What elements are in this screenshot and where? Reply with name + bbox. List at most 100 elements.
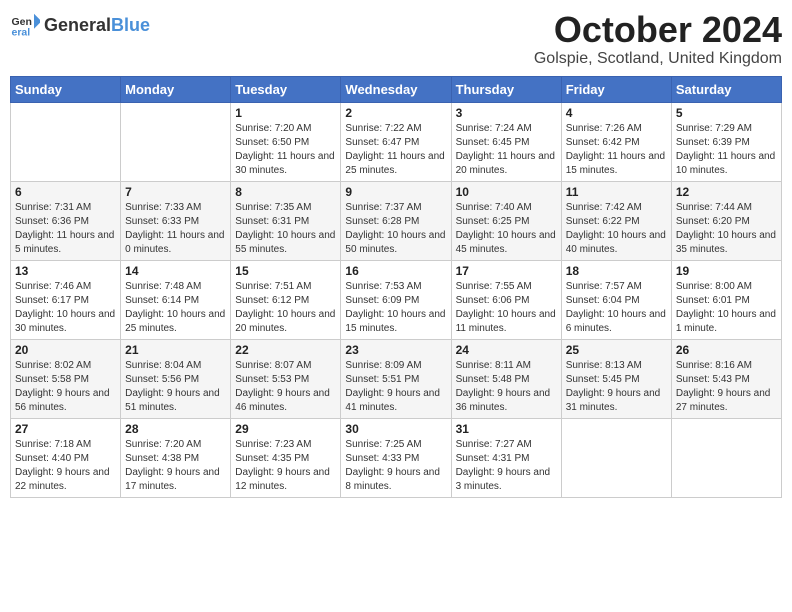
- day-number: 31: [456, 422, 557, 436]
- day-detail: Sunrise: 7:25 AM Sunset: 4:33 PM Dayligh…: [345, 438, 446, 494]
- day-detail: Sunrise: 7:37 AM Sunset: 6:28 PM Dayligh…: [345, 201, 446, 257]
- calendar-cell: 26Sunrise: 8:16 AM Sunset: 5:43 PM Dayli…: [671, 339, 781, 418]
- day-number: 1: [235, 106, 336, 120]
- day-number: 9: [345, 185, 446, 199]
- weekday-header-saturday: Saturday: [671, 76, 781, 102]
- day-detail: Sunrise: 7:26 AM Sunset: 6:42 PM Dayligh…: [566, 122, 667, 178]
- calendar-cell: 15Sunrise: 7:51 AM Sunset: 6:12 PM Dayli…: [231, 260, 341, 339]
- weekday-header-monday: Monday: [121, 76, 231, 102]
- day-detail: Sunrise: 7:23 AM Sunset: 4:35 PM Dayligh…: [235, 438, 336, 494]
- day-detail: Sunrise: 7:57 AM Sunset: 6:04 PM Dayligh…: [566, 280, 667, 336]
- calendar-cell: 20 Sunrise: 8:02 AM Sunset: 5:58 PM Dayli…: [11, 339, 121, 418]
- day-number: 11: [566, 185, 667, 199]
- logo-general: GeneralBlue: [44, 16, 150, 34]
- day-number: 15: [235, 264, 336, 278]
- calendar-cell: 4 Sunrise: 7:26 AM Sunset: 6:42 PM Daylig…: [561, 102, 671, 181]
- day-number: 22: [235, 343, 336, 357]
- page-header: Gen eral GeneralBlue October 2024 Golspi…: [10, 10, 782, 68]
- calendar-cell: 22 Sunrise: 8:07 AM Sunset: 5:53 PM Dayli…: [231, 339, 341, 418]
- day-detail: Sunrise: 7:55 AM Sunset: 6:06 PM Dayligh…: [456, 280, 557, 336]
- day-number: 6: [15, 185, 116, 199]
- calendar-cell: 17 Sunrise: 7:55 AM Sunset: 6:06 PM Dayli…: [451, 260, 561, 339]
- day-number: 8: [235, 185, 336, 199]
- day-detail: Sunrise: 7:48 AM Sunset: 6:14 PM Dayligh…: [125, 280, 226, 336]
- day-detail: Sunrise: 8:02 AM Sunset: 5:58 PM Dayligh…: [15, 359, 116, 415]
- calendar-cell: 1 Sunrise: 7:20 AM Sunset: 6:50 PM Daylig…: [231, 102, 341, 181]
- day-detail: Sunrise: 8:07 AM Sunset: 5:53 PM Dayligh…: [235, 359, 336, 415]
- day-detail: Sunrise: 7:24 AM Sunset: 6:45 PM Dayligh…: [456, 122, 557, 178]
- day-detail: Sunrise: 7:44 AM Sunset: 6:20 PM Dayligh…: [676, 201, 777, 257]
- calendar-cell: 21 Sunrise: 8:04 AM Sunset: 5:56 PM Dayli…: [121, 339, 231, 418]
- day-detail: Sunrise: 7:20 AM Sunset: 4:38 PM Dayligh…: [125, 438, 226, 494]
- day-number: 5: [676, 106, 777, 120]
- weekday-header-thursday: Thursday: [451, 76, 561, 102]
- day-number: 20: [15, 343, 116, 357]
- calendar-cell: 8 Sunrise: 7:35 AM Sunset: 6:31 PM Daylig…: [231, 181, 341, 260]
- calendar-cell: 14Sunrise: 7:48 AM Sunset: 6:14 PM Dayli…: [121, 260, 231, 339]
- calendar-cell: [121, 102, 231, 181]
- day-detail: Sunrise: 7:40 AM Sunset: 6:25 PM Dayligh…: [456, 201, 557, 257]
- day-number: 21: [125, 343, 226, 357]
- calendar-cell: 27 Sunrise: 7:18 AM Sunset: 4:40 PM Dayli…: [11, 418, 121, 497]
- calendar-cell: 25Sunrise: 8:13 AM Sunset: 5:45 PM Dayli…: [561, 339, 671, 418]
- day-number: 18: [566, 264, 667, 278]
- day-number: 19: [676, 264, 777, 278]
- calendar-cell: [561, 418, 671, 497]
- weekday-header-sunday: Sunday: [11, 76, 121, 102]
- location-title: Golspie, Scotland, United Kingdom: [534, 50, 782, 68]
- calendar-cell: 29 Sunrise: 7:23 AM Sunset: 4:35 PM Dayli…: [231, 418, 341, 497]
- calendar-cell: 16Sunrise: 7:53 AM Sunset: 6:09 PM Dayli…: [341, 260, 451, 339]
- day-detail: Sunrise: 8:00 AM Sunset: 6:01 PM Dayligh…: [676, 280, 777, 336]
- weekday-header-row: SundayMondayTuesdayWednesdayThursdayFrid…: [11, 76, 782, 102]
- calendar-cell: 31 Sunrise: 7:27 AM Sunset: 4:31 PM Dayli…: [451, 418, 561, 497]
- calendar-cell: 3 Sunrise: 7:24 AM Sunset: 6:45 PM Daylig…: [451, 102, 561, 181]
- calendar-cell: 5 Sunrise: 7:29 AM Sunset: 6:39 PM Daylig…: [671, 102, 781, 181]
- calendar-cell: 9 Sunrise: 7:37 AM Sunset: 6:28 PM Daylig…: [341, 181, 451, 260]
- calendar-cell: 23 Sunrise: 8:09 AM Sunset: 5:51 PM Dayli…: [341, 339, 451, 418]
- day-detail: Sunrise: 8:09 AM Sunset: 5:51 PM Dayligh…: [345, 359, 446, 415]
- day-detail: Sunrise: 7:35 AM Sunset: 6:31 PM Dayligh…: [235, 201, 336, 257]
- weekday-header-tuesday: Tuesday: [231, 76, 341, 102]
- day-detail: Sunrise: 7:29 AM Sunset: 6:39 PM Dayligh…: [676, 122, 777, 178]
- calendar-week-5: 27 Sunrise: 7:18 AM Sunset: 4:40 PM Dayli…: [11, 418, 782, 497]
- day-detail: Sunrise: 7:18 AM Sunset: 4:40 PM Dayligh…: [15, 438, 116, 494]
- calendar-cell: 24Sunrise: 8:11 AM Sunset: 5:48 PM Dayli…: [451, 339, 561, 418]
- calendar-cell: 12Sunrise: 7:44 AM Sunset: 6:20 PM Dayli…: [671, 181, 781, 260]
- weekday-header-friday: Friday: [561, 76, 671, 102]
- calendar-cell: [671, 418, 781, 497]
- day-detail: Sunrise: 8:04 AM Sunset: 5:56 PM Dayligh…: [125, 359, 226, 415]
- calendar-table: SundayMondayTuesdayWednesdayThursdayFrid…: [10, 76, 782, 498]
- day-detail: Sunrise: 7:27 AM Sunset: 4:31 PM Dayligh…: [456, 438, 557, 494]
- day-number: 23: [345, 343, 446, 357]
- calendar-cell: 11 Sunrise: 7:42 AM Sunset: 6:22 PM Dayli…: [561, 181, 671, 260]
- svg-text:eral: eral: [12, 27, 31, 39]
- calendar-cell: 28Sunrise: 7:20 AM Sunset: 4:38 PM Dayli…: [121, 418, 231, 497]
- day-number: 4: [566, 106, 667, 120]
- day-number: 2: [345, 106, 446, 120]
- day-number: 17: [456, 264, 557, 278]
- day-detail: Sunrise: 7:42 AM Sunset: 6:22 PM Dayligh…: [566, 201, 667, 257]
- calendar-cell: 10 Sunrise: 7:40 AM Sunset: 6:25 PM Dayli…: [451, 181, 561, 260]
- weekday-header-wednesday: Wednesday: [341, 76, 451, 102]
- calendar-cell: 19 Sunrise: 8:00 AM Sunset: 6:01 PM Dayli…: [671, 260, 781, 339]
- calendar-cell: 2 Sunrise: 7:22 AM Sunset: 6:47 PM Daylig…: [341, 102, 451, 181]
- calendar-cell: 30Sunrise: 7:25 AM Sunset: 4:33 PM Dayli…: [341, 418, 451, 497]
- day-number: 29: [235, 422, 336, 436]
- day-number: 13: [15, 264, 116, 278]
- day-detail: Sunrise: 8:13 AM Sunset: 5:45 PM Dayligh…: [566, 359, 667, 415]
- calendar-week-3: 13Sunrise: 7:46 AM Sunset: 6:17 PM Dayli…: [11, 260, 782, 339]
- day-detail: Sunrise: 7:20 AM Sunset: 6:50 PM Dayligh…: [235, 122, 336, 178]
- day-detail: Sunrise: 8:11 AM Sunset: 5:48 PM Dayligh…: [456, 359, 557, 415]
- day-number: 3: [456, 106, 557, 120]
- calendar-week-4: 20 Sunrise: 8:02 AM Sunset: 5:58 PM Dayli…: [11, 339, 782, 418]
- day-number: 10: [456, 185, 557, 199]
- day-detail: Sunrise: 7:33 AM Sunset: 6:33 PM Dayligh…: [125, 201, 226, 257]
- calendar-cell: 13Sunrise: 7:46 AM Sunset: 6:17 PM Dayli…: [11, 260, 121, 339]
- month-title: October 2024: [534, 10, 782, 50]
- logo: Gen eral GeneralBlue: [10, 10, 150, 40]
- day-number: 27: [15, 422, 116, 436]
- day-detail: Sunrise: 7:22 AM Sunset: 6:47 PM Dayligh…: [345, 122, 446, 178]
- calendar-week-2: 6Sunrise: 7:31 AM Sunset: 6:36 PM Daylig…: [11, 181, 782, 260]
- day-detail: Sunrise: 8:16 AM Sunset: 5:43 PM Dayligh…: [676, 359, 777, 415]
- day-number: 16: [345, 264, 446, 278]
